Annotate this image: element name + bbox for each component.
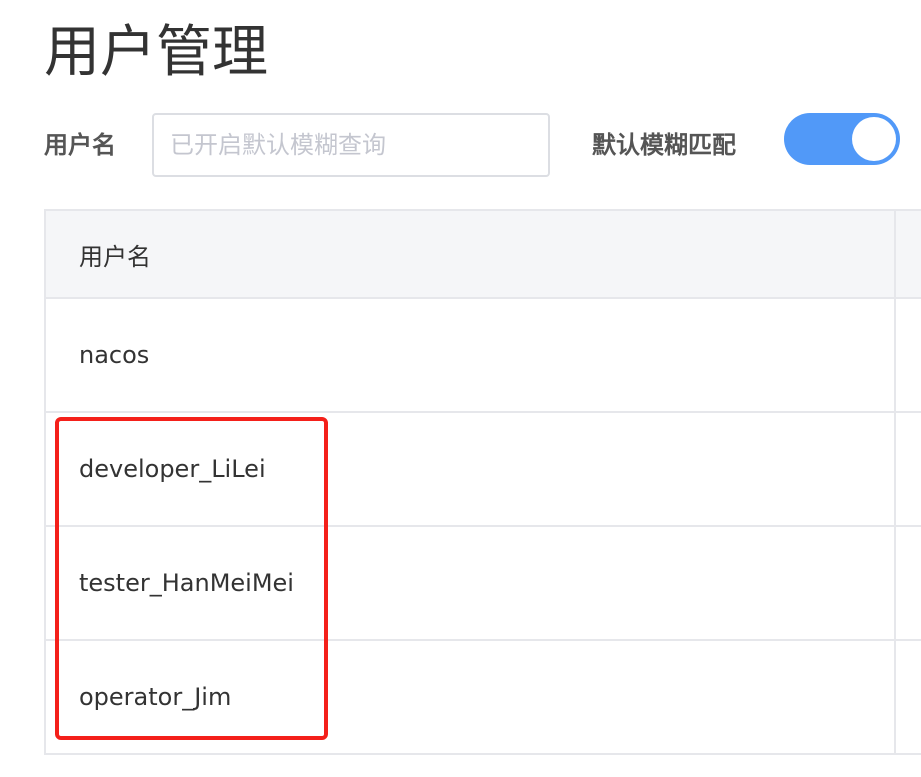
fuzzy-match-toggle[interactable] [784, 113, 900, 165]
toggle-knob [852, 117, 896, 161]
username-search-input[interactable] [152, 113, 550, 177]
table-row[interactable]: tester_HanMeiMei [45, 526, 921, 641]
filter-bar: 用户名 默认模糊匹配 [44, 113, 921, 177]
page-title: 用户管理 [44, 20, 268, 85]
fuzzy-match-label: 默认模糊匹配 [592, 131, 736, 159]
username-cell: operator_Jim [45, 640, 897, 754]
extra-cell [895, 640, 921, 754]
table-header-row: 用户名 [45, 210, 921, 299]
user-table: 用户名 nacos developer_LiLei tester_HanMeiM… [44, 209, 921, 755]
username-cell: tester_HanMeiMei [45, 526, 897, 641]
column-header-username[interactable]: 用户名 [45, 210, 897, 299]
table-row[interactable]: developer_LiLei [45, 412, 921, 527]
column-header-extra [895, 210, 921, 299]
table-row[interactable]: operator_Jim [45, 640, 921, 754]
extra-cell [895, 526, 921, 641]
username-cell: developer_LiLei [45, 412, 897, 527]
username-cell: nacos [45, 298, 897, 413]
extra-cell [895, 298, 921, 413]
username-filter-label: 用户名 [44, 131, 116, 159]
table-row[interactable]: nacos [45, 298, 921, 413]
extra-cell [895, 412, 921, 527]
